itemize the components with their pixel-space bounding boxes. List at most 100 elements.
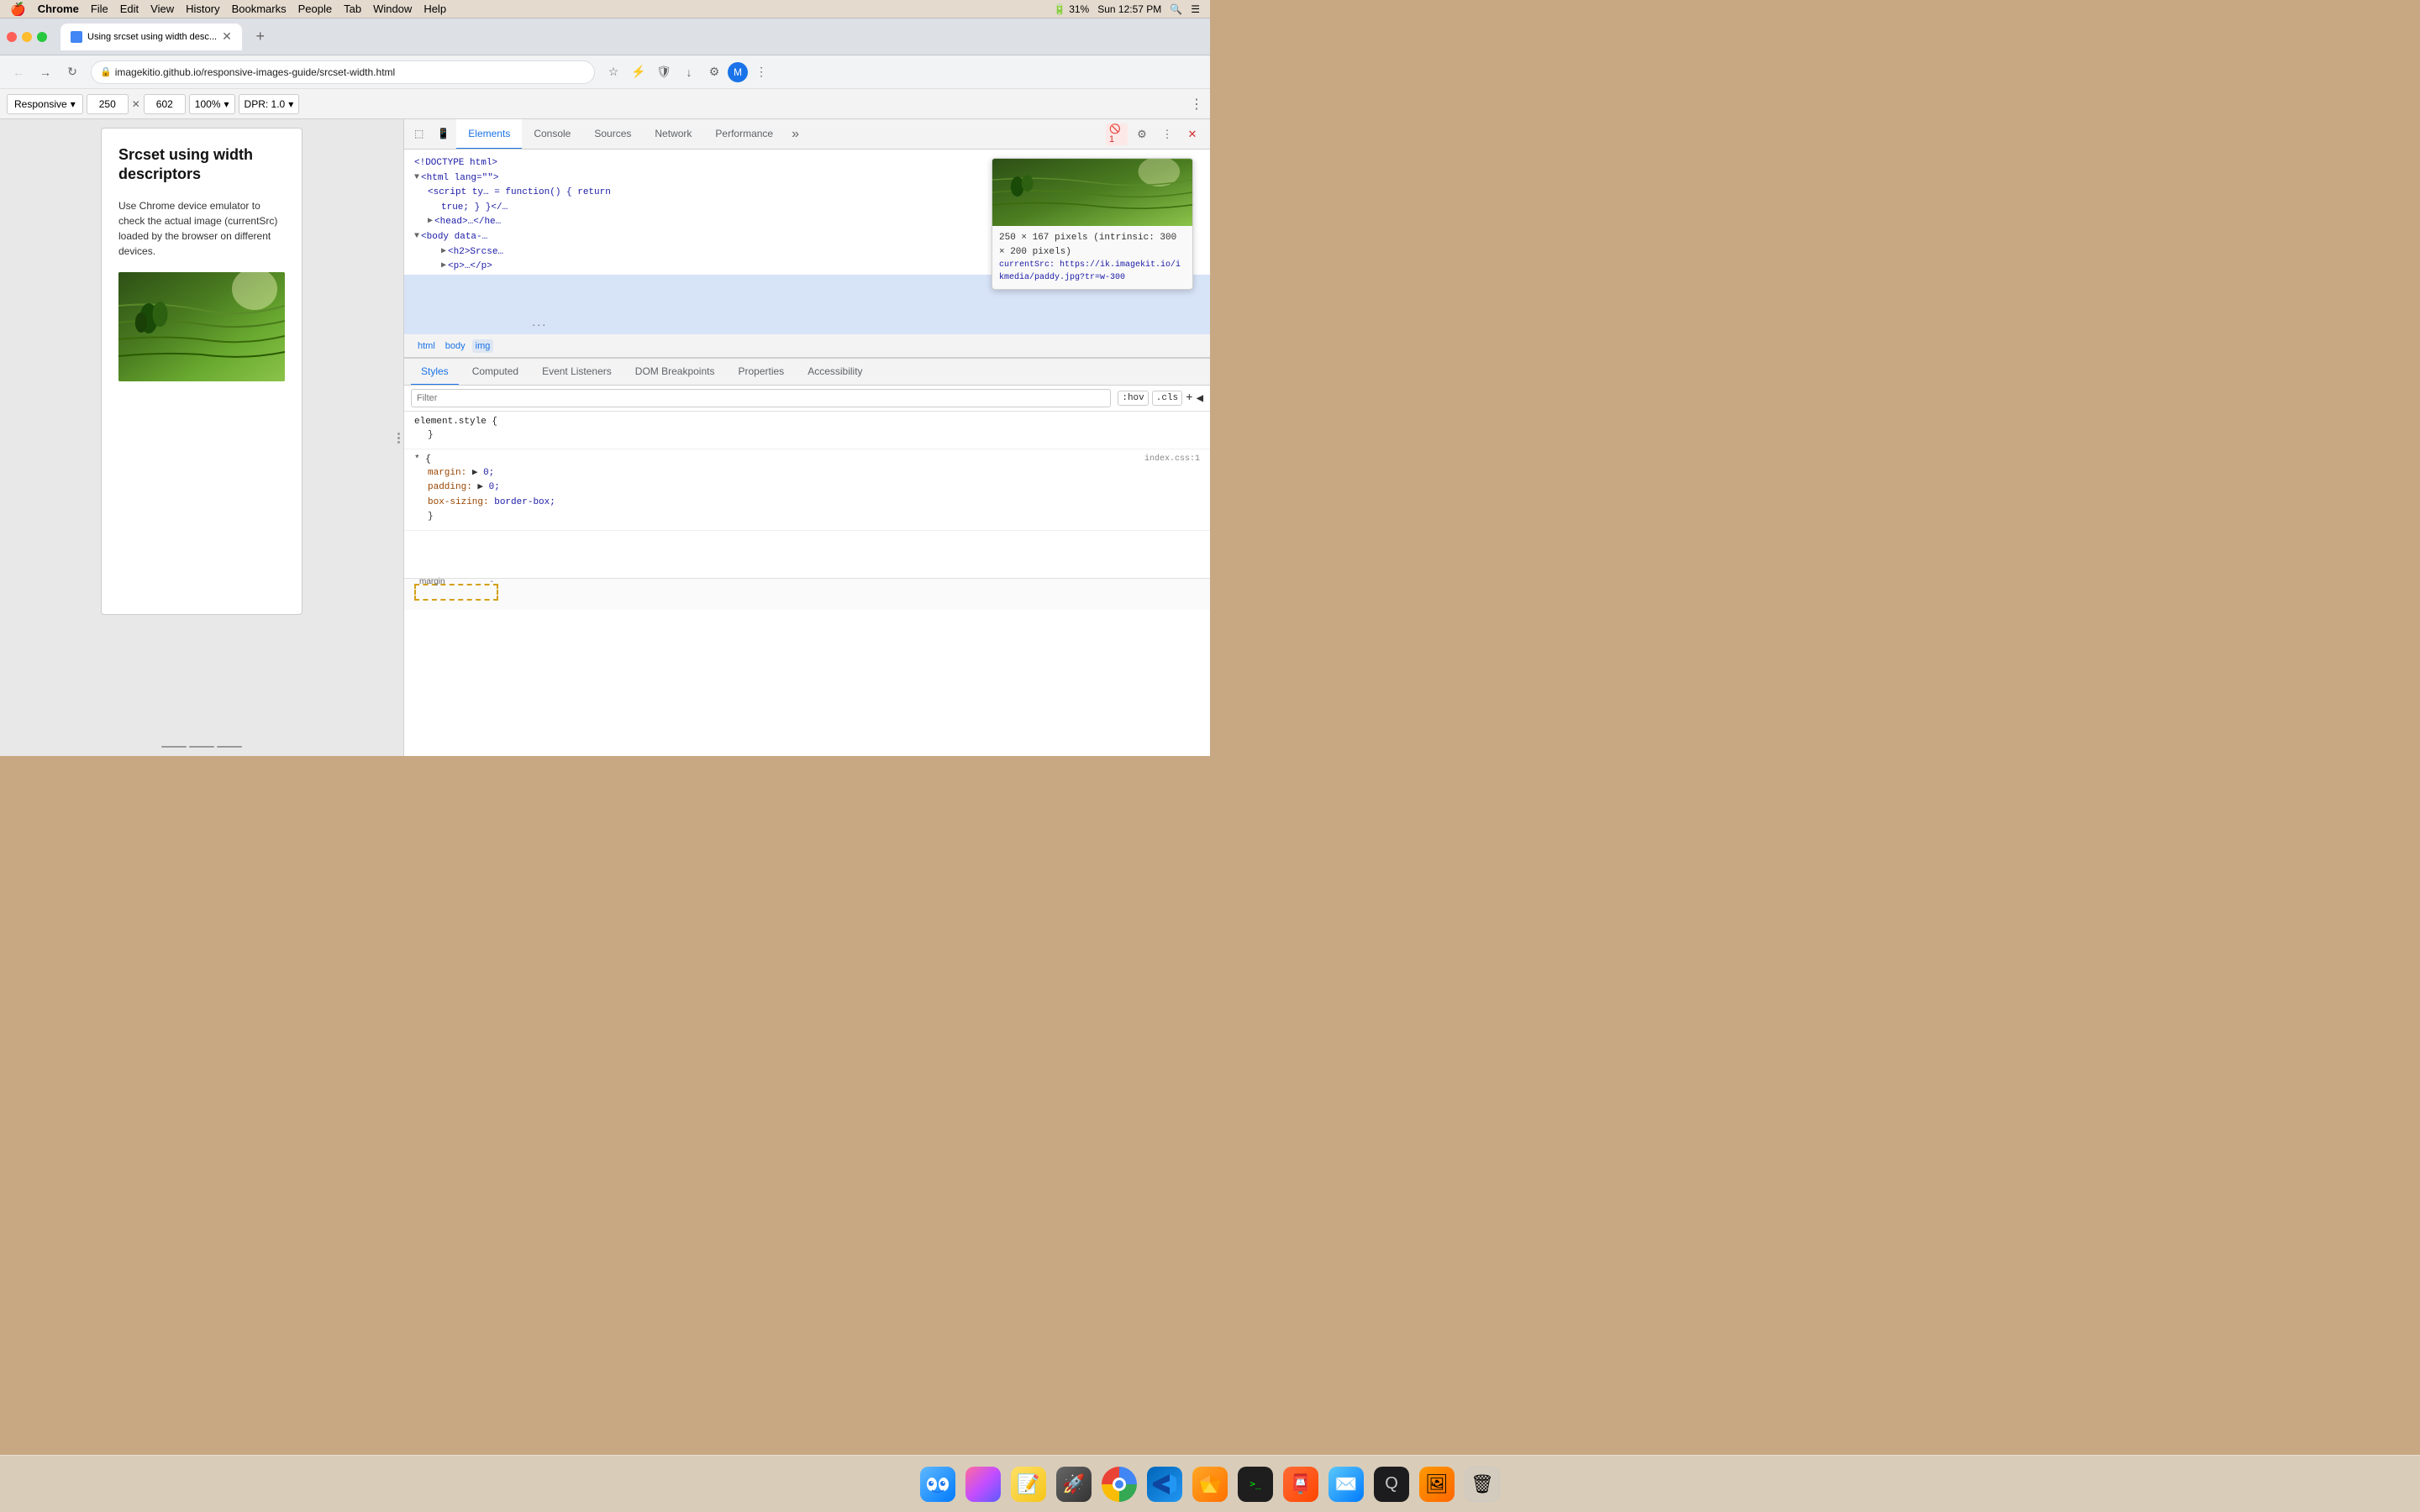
breadcrumb-img[interactable]: img — [472, 339, 494, 353]
menubar-window[interactable]: Window — [373, 3, 412, 15]
clock: Sun 12:57 PM — [1097, 3, 1161, 15]
menubar-bookmarks[interactable]: Bookmarks — [232, 3, 287, 15]
hov-button[interactable]: :hov — [1118, 391, 1148, 406]
tab-select-element[interactable]: ⬚ — [408, 119, 430, 150]
cls-button[interactable]: .cls — [1152, 391, 1182, 406]
apple-menu[interactable]: 🍎 — [10, 2, 26, 17]
tab-event-listeners[interactable]: Event Listeners — [532, 359, 622, 386]
control-center-icon[interactable]: ☰ — [1191, 3, 1200, 15]
dock-quicktime[interactable]: Q — [1371, 1464, 1412, 1504]
style-source-ref[interactable]: index.css:1 — [1144, 454, 1200, 466]
breadcrumb-html[interactable]: html — [414, 339, 439, 353]
fullscreen-button[interactable] — [37, 32, 47, 42]
back-button[interactable]: ← — [7, 60, 30, 84]
tab-dom-breakpoints[interactable]: DOM Breakpoints — [625, 359, 725, 386]
menubar-history[interactable]: History — [186, 3, 219, 15]
tooltip-dimensions: 250 × 167 pixels (intrinsic: 300 × 200 p… — [999, 231, 1186, 259]
tab-device-mode[interactable]: 📱 — [430, 119, 456, 150]
menubar-file[interactable]: File — [91, 3, 108, 15]
menubar-view[interactable]: View — [150, 3, 174, 15]
star-rule-block: * { index.css:1 margin: ▶ 0; padding: — [404, 449, 1210, 531]
extension-3[interactable]: ↓ — [677, 60, 701, 84]
dock-notes[interactable]: 📝 — [1008, 1464, 1049, 1504]
extension-2[interactable]: 🛡 — [652, 60, 676, 84]
tab-accessibility[interactable]: Accessibility — [797, 359, 872, 386]
dock-finder[interactable] — [918, 1464, 958, 1504]
breadcrumb-body[interactable]: body — [442, 339, 469, 353]
profile-button[interactable]: M — [728, 62, 748, 82]
h2-expand-icon[interactable]: ▶ — [441, 245, 446, 259]
rice-field-image — [118, 272, 285, 381]
chrome-menu-button[interactable]: ⋮ — [750, 60, 773, 84]
dock-trash[interactable]: 🗑 — [1462, 1464, 1502, 1504]
dpr-chevron-icon: ▾ — [288, 98, 293, 110]
more-options-button[interactable]: ⋮ — [1190, 96, 1203, 113]
add-style-button[interactable]: + — [1186, 391, 1192, 405]
chrome-tab-active[interactable]: Using srcset using width desc... ✕ — [60, 24, 242, 50]
bottom-resize-handle[interactable] — [161, 746, 242, 748]
expand-icon[interactable]: ▼ — [414, 171, 419, 185]
new-tab-button[interactable]: + — [249, 25, 272, 49]
more-icon[interactable]: ⋮ — [1156, 123, 1178, 145]
height-input[interactable] — [144, 94, 186, 114]
dock-postman[interactable]: 📮 — [1281, 1464, 1321, 1504]
menubar-chrome[interactable]: Chrome — [38, 3, 79, 15]
dock-preview[interactable]: 🖼 — [1417, 1464, 1457, 1504]
settings-button[interactable]: ⚙ — [702, 60, 726, 84]
dock-siri[interactable] — [963, 1464, 1003, 1504]
reload-button[interactable]: ↻ — [60, 60, 84, 84]
minimize-window-button[interactable] — [22, 32, 32, 42]
extension-1[interactable]: ⚡ — [627, 60, 650, 84]
error-badge[interactable]: 🚫 1 — [1106, 123, 1128, 145]
dpr-dropdown[interactable]: DPR: 1.0 ▾ — [239, 94, 300, 114]
styles-area: :hov .cls + ◀ element.style { } — [404, 386, 1210, 578]
dock-rocket[interactable]: 🚀 — [1054, 1464, 1094, 1504]
body-expand-icon[interactable]: ▼ — [414, 230, 419, 244]
tab-performance[interactable]: Performance — [703, 119, 785, 150]
styles-filter-input[interactable] — [411, 389, 1111, 407]
tooltip-text: 250 × 167 pixels (intrinsic: 300 × 200 p… — [992, 226, 1192, 289]
padding-expand-icon[interactable]: ▶ — [477, 482, 483, 492]
head-expand-icon[interactable]: ▶ — [428, 215, 433, 228]
tab-sources[interactable]: Sources — [582, 119, 643, 150]
bookmark-button[interactable]: ☆ — [602, 60, 625, 84]
responsive-chevron-icon: ▾ — [71, 98, 76, 110]
forward-button[interactable]: → — [34, 60, 57, 84]
p-expand-icon[interactable]: ▶ — [441, 260, 446, 273]
dock-terminal[interactable]: >_ — [1235, 1464, 1276, 1504]
tab-console[interactable]: Console — [522, 119, 582, 150]
settings-icon[interactable]: ⚙ — [1131, 123, 1153, 145]
tab-properties[interactable]: Properties — [728, 359, 794, 386]
close-devtools-button[interactable]: ✕ — [1181, 123, 1203, 145]
zoom-dropdown[interactable]: 100% ▾ — [189, 94, 235, 114]
tab-computed[interactable]: Computed — [462, 359, 529, 386]
inspector-button[interactable]: ◀ — [1197, 391, 1203, 406]
dock-mail[interactable]: ✉️ — [1326, 1464, 1366, 1504]
tab-styles[interactable]: Styles — [411, 359, 459, 386]
devtools-actions: 🚫 1 ⚙ ⋮ ✕ — [1106, 123, 1203, 145]
search-icon[interactable]: 🔍 — [1170, 3, 1182, 15]
terminal-icon: >_ — [1238, 1467, 1273, 1502]
responsive-dropdown[interactable]: Responsive ▾ — [7, 94, 83, 114]
width-input[interactable] — [87, 94, 129, 114]
tab-elements[interactable]: Elements — [456, 119, 522, 150]
box-model-margin-label: margin — [419, 577, 445, 586]
tab-close-button[interactable]: ✕ — [222, 29, 232, 44]
tab-more-button[interactable]: » — [785, 127, 806, 142]
tab-network[interactable]: Network — [643, 119, 703, 150]
close-window-button[interactable] — [7, 32, 17, 42]
menubar-people[interactable]: People — [298, 3, 332, 15]
dock-vscode[interactable] — [1144, 1464, 1185, 1504]
dock-sketch[interactable] — [1190, 1464, 1230, 1504]
resize-handle[interactable] — [393, 412, 403, 463]
address-bar[interactable]: 🔒 imagekitio.github.io/responsive-images… — [91, 60, 595, 84]
main-area: Srcset using width descriptors Use Chrom… — [0, 119, 1210, 756]
margin-expand-icon[interactable]: ▶ — [472, 468, 478, 478]
menubar-help[interactable]: Help — [424, 3, 446, 15]
page-title: Srcset using width descriptors — [118, 145, 285, 185]
menubar-tab[interactable]: Tab — [344, 3, 361, 15]
menubar-edit[interactable]: Edit — [120, 3, 139, 15]
tooltip-currentsrc: currentSrc: https://ik.imagekit.io/ikmed… — [999, 259, 1186, 284]
rule-close: } — [414, 510, 1200, 525]
dock-chrome[interactable] — [1099, 1464, 1139, 1504]
